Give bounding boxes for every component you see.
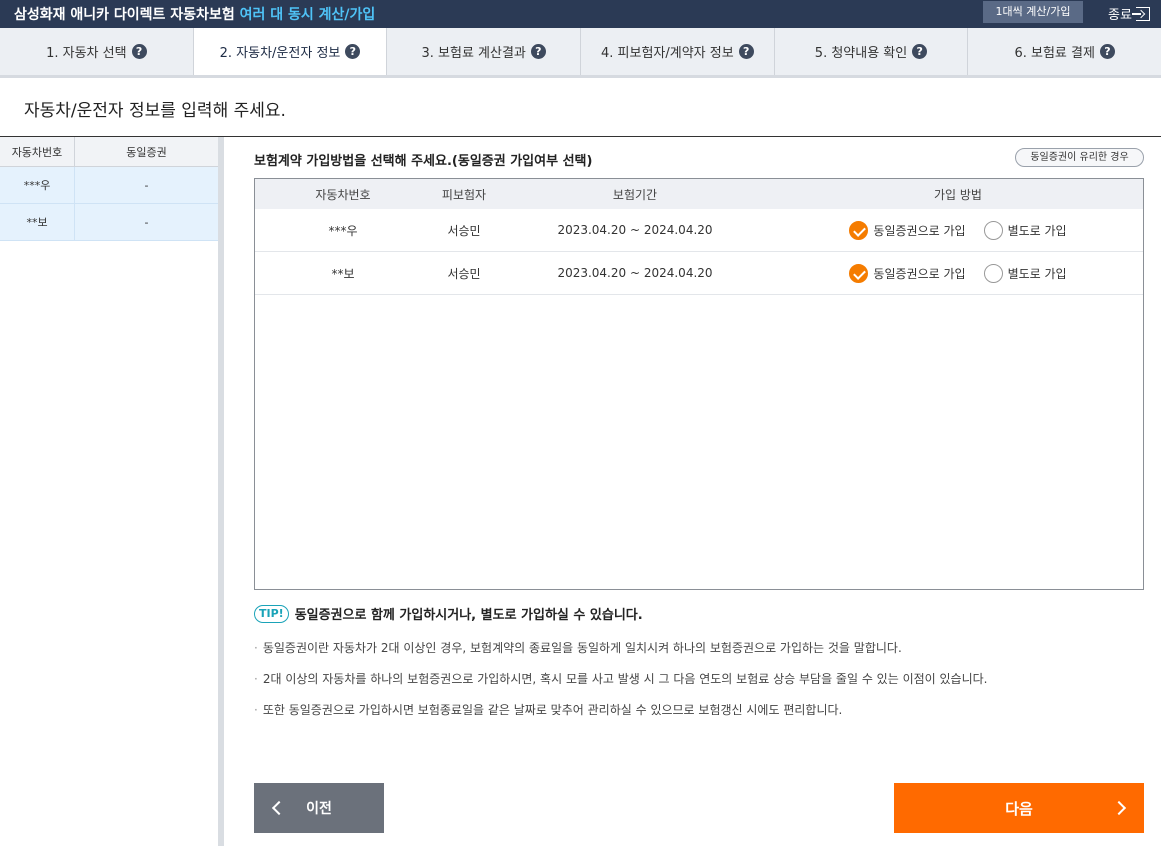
note-item: 동일증권이란 자동차가 2대 이상인 경우, 보험계약의 종료일을 동일하게 일… xyxy=(254,639,1134,670)
app-title: 삼성화재 애니카 다이렉트 자동차보험 여러 대 동시 계산/가입 xyxy=(14,4,375,24)
header-period: 보험기간 xyxy=(612,187,658,202)
tab-step-3[interactable]: 3. 보험료 계산결과? xyxy=(387,28,582,75)
help-icon[interactable]: ? xyxy=(912,44,928,59)
chevron-left-icon xyxy=(271,800,287,816)
tab-step-1[interactable]: 1. 자동차 선택? xyxy=(0,28,194,75)
car-number: ***우 xyxy=(328,223,358,238)
option-label: 별도로 가입 xyxy=(1007,266,1067,281)
step-label: 3. 보험료 계산결과 xyxy=(421,46,526,61)
tab-step-5[interactable]: 5. 청약내용 확인? xyxy=(775,28,969,75)
top-bar: 삼성화재 애니카 다이렉트 자동차보험 여러 대 동시 계산/가입 1대씩 계산… xyxy=(0,0,1161,28)
exit-label: 종료 xyxy=(1108,8,1132,23)
header-car-number: 자동차번호 xyxy=(315,187,371,202)
help-icon[interactable]: ? xyxy=(738,44,754,59)
app-title-main: 삼성화재 애니카 다이렉트 자동차보험 xyxy=(14,7,235,23)
car-list-header: 자동차번호 동일증권 xyxy=(0,137,218,167)
radio-icon xyxy=(983,263,1003,283)
help-icon[interactable]: ? xyxy=(131,44,147,59)
col-same-policy: 동일증권 xyxy=(126,145,167,159)
prev-button[interactable]: 이전 xyxy=(254,783,384,833)
tab-step-4[interactable]: 4. 피보험자/계약자 정보? xyxy=(581,28,775,75)
step-tabs: 1. 자동차 선택? 2. 자동차/운전자 정보? 3. 보험료 계산결과? 4… xyxy=(0,28,1161,78)
table-row: ***우 서승민 2023.04.20 ~ 2024.04.20 동일증권으로 … xyxy=(255,209,1143,252)
table-header: 자동차번호 피보험자 보험기간 가입 방법 xyxy=(255,179,1143,209)
help-icon[interactable]: ? xyxy=(530,44,546,59)
help-icon[interactable]: ? xyxy=(1099,44,1115,59)
car-list-row[interactable]: **보 - xyxy=(0,204,218,241)
app-title-accent: 여러 대 동시 계산/가입 xyxy=(239,7,376,23)
radio-icon xyxy=(983,220,1003,240)
table-row: **보 서승민 2023.04.20 ~ 2024.04.20 동일증권으로 가… xyxy=(255,252,1143,295)
separate-policy-option[interactable]: 별도로 가입 xyxy=(983,220,1067,240)
note-item: 또한 동일증권으로 가입하시면 보험종료일을 같은 날짜로 맞추어 관리하실 수… xyxy=(254,701,1134,732)
join-method: 동일증권으로 가입 별도로 가입 xyxy=(773,209,1143,251)
same-policy-value: - xyxy=(144,178,149,192)
insured-name: 서승민 xyxy=(447,223,481,238)
header-insured: 피보험자 xyxy=(441,187,487,202)
help-icon[interactable]: ? xyxy=(345,44,361,59)
chevron-right-icon xyxy=(1111,800,1127,816)
contract-table: 자동차번호 피보험자 보험기간 가입 방법 ***우 서승민 2023.04.2… xyxy=(254,178,1144,590)
car-list-row[interactable]: ***우 - xyxy=(0,167,218,204)
header-join-method: 가입 방법 xyxy=(934,187,982,202)
radio-checked-icon xyxy=(849,263,869,283)
insurance-period: 2023.04.20 ~ 2024.04.20 xyxy=(557,223,713,237)
insurance-period: 2023.04.20 ~ 2024.04.20 xyxy=(557,266,713,280)
notes-list: 동일증권이란 자동차가 2대 이상인 경우, 보험계약의 종료일을 동일하게 일… xyxy=(254,639,1134,732)
section-title: 보험계약 가입방법을 선택해 주세요.(동일증권 가입여부 선택) xyxy=(254,154,593,169)
tip-text: 동일증권으로 함께 가입하시거나, 별도로 가입하실 수 있습니다. xyxy=(294,608,643,623)
car-list-panel: 자동차번호 동일증권 ***우 - **보 - xyxy=(0,137,218,846)
exit-button[interactable]: 종료 xyxy=(1108,4,1150,23)
step-label: 6. 보험료 결제 xyxy=(1014,46,1095,61)
same-policy-option[interactable]: 동일증권으로 가입 xyxy=(849,220,966,240)
step-label: 2. 자동차/운전자 정보 xyxy=(219,46,341,61)
join-method: 동일증권으로 가입 별도로 가입 xyxy=(773,252,1143,294)
option-label: 별도로 가입 xyxy=(1007,223,1067,238)
step-label: 1. 자동차 선택 xyxy=(46,46,127,61)
radio-checked-icon xyxy=(849,220,869,240)
car-number: ***우 xyxy=(0,167,75,203)
tip-line: TIP! 동일증권으로 함께 가입하시거나, 별도로 가입하실 수 있습니다. xyxy=(254,604,643,623)
tab-step-6[interactable]: 6. 보험료 결제? xyxy=(968,28,1161,75)
option-label: 동일증권으로 가입 xyxy=(873,266,966,281)
note-item: 2대 이상의 자동차를 하나의 보험증권으로 가입하시면, 혹시 모를 사고 발… xyxy=(254,670,1134,701)
car-number: **보 xyxy=(0,204,75,240)
next-button[interactable]: 다음 xyxy=(894,783,1144,833)
tip-badge: TIP! xyxy=(254,604,289,623)
separate-policy-option[interactable]: 별도로 가입 xyxy=(983,263,1067,283)
page-title: 자동차/운전자 정보를 입력해 주세요. xyxy=(24,101,286,121)
next-label: 다음 xyxy=(1005,799,1033,818)
col-car-number: 자동차번호 xyxy=(0,137,75,166)
car-number: **보 xyxy=(331,266,355,281)
option-label: 동일증권으로 가입 xyxy=(873,223,966,238)
prev-label: 이전 xyxy=(306,801,332,817)
exit-icon xyxy=(1131,7,1150,21)
tab-step-2[interactable]: 2. 자동차/운전자 정보? xyxy=(193,28,388,75)
single-calc-button[interactable]: 1대씩 계산/가입 xyxy=(983,1,1083,23)
advantage-info-button[interactable]: 동일증권이 유리한 경우 xyxy=(1015,148,1144,167)
step-label: 5. 청약내용 확인 xyxy=(814,46,908,61)
panel-divider[interactable] xyxy=(218,137,224,846)
same-policy-value: - xyxy=(144,215,149,229)
insured-name: 서승민 xyxy=(447,266,481,281)
step-label: 4. 피보험자/계약자 정보 xyxy=(601,46,734,61)
same-policy-option[interactable]: 동일증권으로 가입 xyxy=(849,263,966,283)
